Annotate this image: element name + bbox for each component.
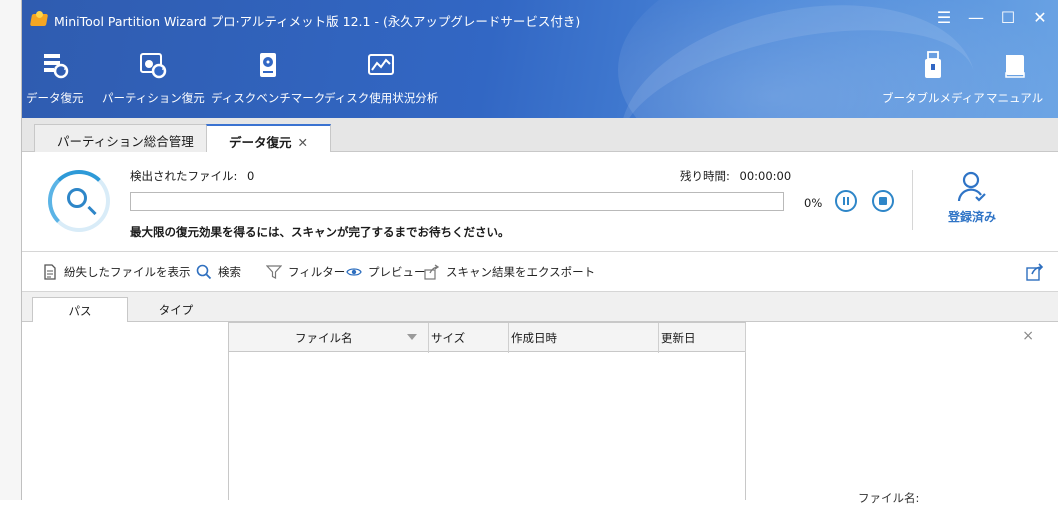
tab-label: パーティション総合管理 xyxy=(57,134,194,149)
app-logo-icon xyxy=(30,11,48,29)
scanning-spinner-icon xyxy=(48,170,110,232)
subtab-type[interactable]: タイプ xyxy=(128,297,224,323)
found-files-count: 0 xyxy=(247,169,255,183)
preview-pane: × ファイル名: xyxy=(746,322,1058,505)
minimize-button[interactable]: — xyxy=(968,8,984,27)
user-check-icon xyxy=(957,170,987,204)
tab-close-icon[interactable]: ✕ xyxy=(298,135,308,150)
maximize-button[interactable]: ☐ xyxy=(1000,8,1016,27)
column-size[interactable]: サイズ xyxy=(429,323,509,353)
ribbon-data-recovery-button[interactable]: データ復元 xyxy=(26,50,84,112)
ribbon-bootable-media-button[interactable]: ブータブルメディア xyxy=(882,50,985,112)
data-recovery-icon xyxy=(40,50,70,80)
show-lost-files-label: 紛失したファイルを表示 xyxy=(64,265,191,279)
column-filename[interactable]: ファイル名 xyxy=(229,323,429,353)
remaining-time-label: 残り時間: xyxy=(680,169,730,183)
ribbon-label: パーティション復元 xyxy=(102,91,205,105)
window-title: MiniTool Partition Wizard プロ·アルティメット版 12… xyxy=(54,13,581,29)
app-header: MiniTool Partition Wizard プロ·アルティメット版 12… xyxy=(22,0,1058,118)
main-tabs: パーティション総合管理 データ復元 ✕ xyxy=(22,118,1058,153)
ribbon-label: ディスク使用状況分析 xyxy=(324,91,439,105)
filter-label: フィルター xyxy=(288,265,346,279)
ribbon-manual-button[interactable]: マニュアル xyxy=(986,50,1043,112)
partition-recovery-icon xyxy=(138,50,168,80)
preview-label: プレビュー xyxy=(368,265,426,279)
view-subtabs: パス タイプ xyxy=(22,292,1058,323)
show-lost-files-button[interactable]: 紛失したファイルを表示 xyxy=(42,264,191,280)
ribbon-disk-benchmark-button[interactable]: ディスクベンチマーク xyxy=(211,50,325,112)
document-icon xyxy=(42,264,58,280)
manual-icon xyxy=(1000,50,1030,80)
ribbon-label: データ復元 xyxy=(26,91,84,105)
bootable-media-icon xyxy=(918,50,948,80)
tab-partition-management[interactable]: パーティション総合管理 xyxy=(34,124,217,152)
disk-benchmark-icon xyxy=(253,50,283,80)
subtab-path[interactable]: パス xyxy=(32,297,128,323)
window-left-frame xyxy=(0,0,22,500)
folder-tree-pane xyxy=(22,322,229,500)
remaining-time: 残り時間: 00:00:00 xyxy=(680,168,791,184)
pause-button[interactable] xyxy=(835,190,857,212)
share-export-icon[interactable] xyxy=(1026,263,1044,281)
ribbon-label: ディスクベンチマーク xyxy=(211,91,326,105)
search-label: 検索 xyxy=(218,265,241,279)
close-preview-icon[interactable]: × xyxy=(1022,328,1034,344)
ribbon-label: ブータブルメディア xyxy=(882,91,985,105)
column-header-row: ファイル名 サイズ 作成日時 更新日 xyxy=(229,322,746,353)
found-files-label: 検出されたファイル: xyxy=(130,169,238,183)
registered-label: 登録済み xyxy=(947,210,996,224)
export-icon xyxy=(424,264,440,280)
filter-icon xyxy=(266,264,282,280)
ribbon-label: マニュアル xyxy=(986,91,1044,105)
stop-button[interactable] xyxy=(872,190,894,212)
magnifier-icon xyxy=(67,188,87,208)
column-created-label: 作成日時 xyxy=(511,331,557,345)
export-results-label: スキャン結果をエクスポート xyxy=(446,265,596,279)
ribbon-partition-recovery-button[interactable]: パーティション復元 xyxy=(102,50,205,112)
tab-data-recovery[interactable]: データ復元 ✕ xyxy=(206,124,331,153)
divider xyxy=(912,170,913,230)
file-list-pane: ファイル名 サイズ 作成日時 更新日 xyxy=(229,322,746,500)
scan-hint: 最大限の復元効果を得るには、スキャンが完了するまでお待ちください。 xyxy=(130,225,510,239)
tab-label: データ復元 xyxy=(229,135,292,150)
export-results-button[interactable]: スキャン結果をエクスポート xyxy=(424,264,595,280)
filter-button[interactable]: フィルター xyxy=(266,264,345,280)
preview-filename-label: ファイル名: xyxy=(858,491,920,505)
close-button[interactable]: ✕ xyxy=(1032,8,1048,27)
progress-percent: 0% xyxy=(804,196,823,210)
column-created[interactable]: 作成日時 xyxy=(509,323,659,353)
column-modified-label: 更新日 xyxy=(661,331,696,345)
search-icon xyxy=(196,264,212,280)
ribbon-space-analyzer-button[interactable]: ディスク使用状況分析 xyxy=(324,50,438,112)
column-filename-label: ファイル名 xyxy=(295,331,353,345)
search-button[interactable]: 検索 xyxy=(196,264,241,280)
preview-button[interactable]: プレビュー xyxy=(346,264,426,280)
menu-icon[interactable]: ☰ xyxy=(936,8,952,27)
title-bar: MiniTool Partition Wizard プロ·アルティメット版 12… xyxy=(22,0,1058,40)
sort-down-icon xyxy=(407,334,417,340)
column-size-label: サイズ xyxy=(431,331,466,345)
ribbon-toolbar: データ復元 パーティション復元 ディスクベンチマーク ディスク使用状況分析 ブー… xyxy=(22,50,1058,112)
space-analyzer-icon xyxy=(366,50,396,80)
scan-progress-bar xyxy=(130,192,784,211)
window-controls: ☰ — ☐ ✕ xyxy=(936,8,1048,27)
results-toolbar: 紛失したファイルを表示 検索 フィルター プレビュー スキャン結果をエクスポート xyxy=(22,252,1058,292)
column-modified[interactable]: 更新日 xyxy=(659,323,746,353)
eye-icon xyxy=(346,264,362,280)
remaining-time-value: 00:00:00 xyxy=(739,169,792,183)
scan-status-panel: 検出されたファイル: 0 残り時間: 00:00:00 0% 最大限の復元効果を… xyxy=(22,152,1058,252)
registered-button[interactable]: 登録済み xyxy=(937,170,1007,225)
found-files: 検出されたファイル: 0 xyxy=(130,168,254,184)
